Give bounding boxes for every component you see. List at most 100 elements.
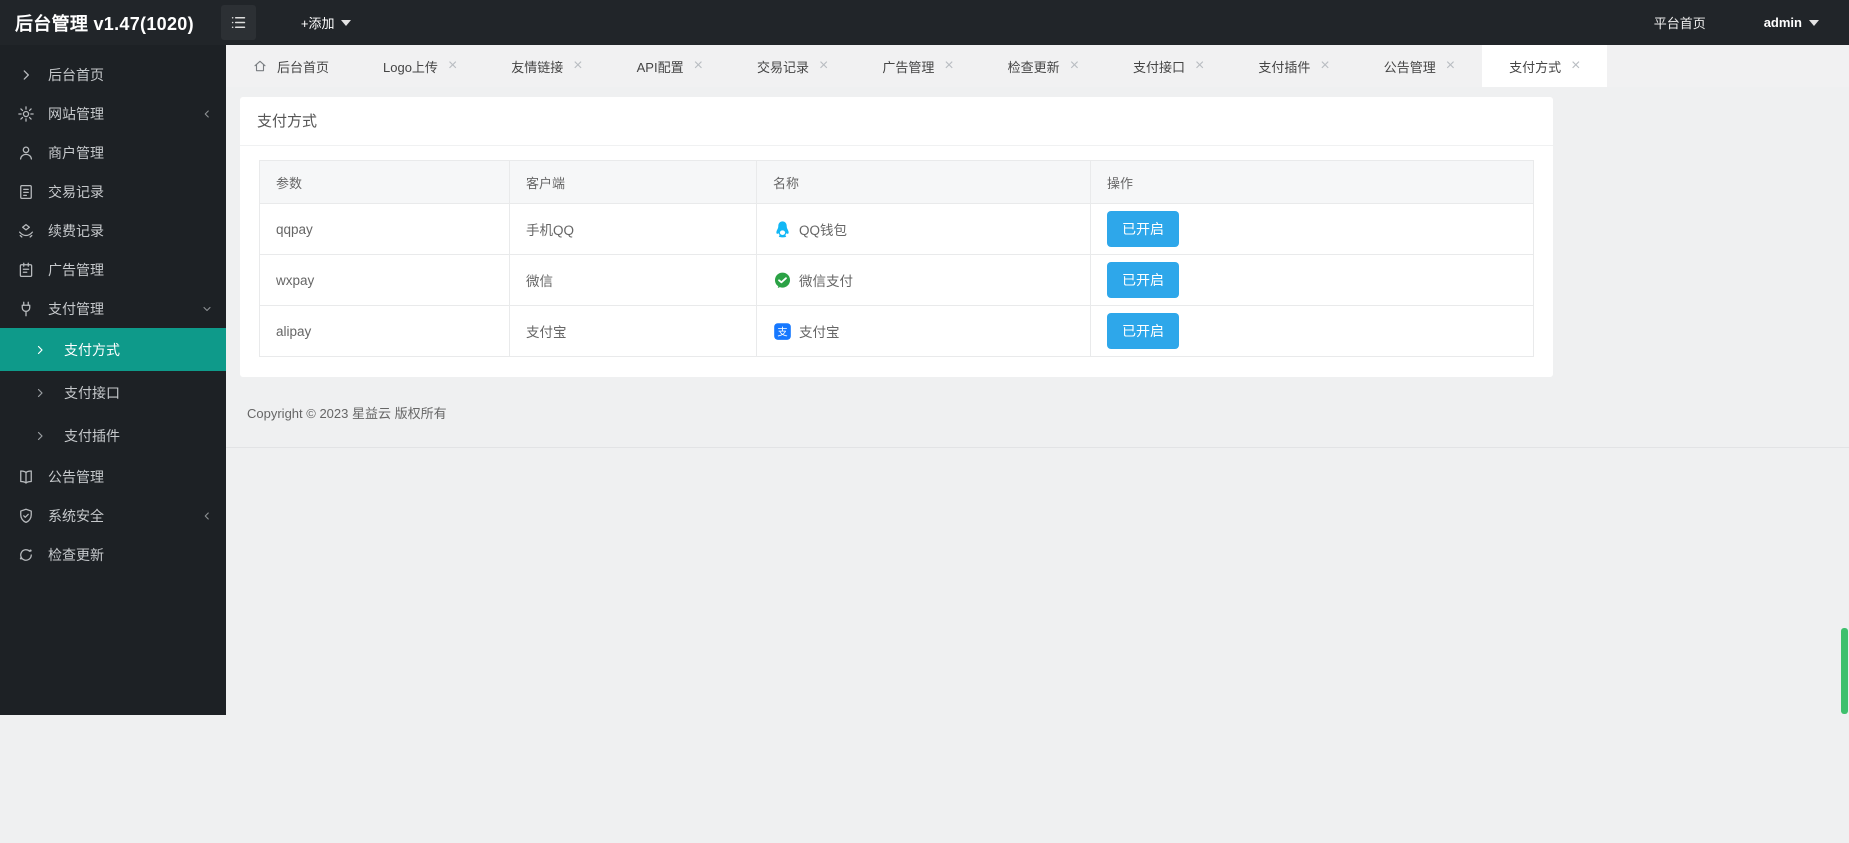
footer: Copyright © 2023 星益云 版权所有 <box>226 377 1849 448</box>
list-icon <box>229 13 248 32</box>
payment-name: 微信支付 <box>799 274 853 289</box>
chevron-right-icon <box>16 68 36 82</box>
close-icon[interactable]: × <box>1571 58 1580 74</box>
table-header-row: 参数 客户端 名称 操作 <box>259 160 1534 204</box>
tab-ads[interactable]: 广告管理 × <box>855 45 980 87</box>
sidebar-subitem-pay-methods[interactable]: 支付方式 <box>0 328 226 371</box>
tab-label: 广告管理 <box>882 59 935 75</box>
update-icon <box>16 546 36 564</box>
column-header-name: 名称 <box>756 160 1091 204</box>
tab-pay-interface[interactable]: 支付接口 × <box>1106 45 1231 87</box>
sidebar-item-website[interactable]: 网站管理 <box>0 94 226 133</box>
column-header-client: 客户端 <box>509 160 757 204</box>
tab-label: 支付方式 <box>1509 59 1562 75</box>
tab-home[interactable]: 后台首页 <box>226 45 356 87</box>
enabled-toggle-button[interactable]: 已开启 <box>1107 313 1179 349</box>
plug-icon <box>16 300 36 318</box>
close-icon[interactable]: × <box>694 58 703 74</box>
close-icon[interactable]: × <box>1070 58 1079 74</box>
action-cell: 已开启 <box>1090 203 1534 255</box>
gear-icon <box>16 105 36 123</box>
sidebar-subitem-pay-interface[interactable]: 支付接口 <box>0 371 226 414</box>
menu-toggle-button[interactable] <box>220 5 256 40</box>
chevron-down-icon <box>1809 19 1819 26</box>
name-cell: 支 支付宝 <box>756 305 1091 357</box>
sidebar-item-label: 交易记录 <box>48 183 104 200</box>
close-icon[interactable]: × <box>1195 58 1204 74</box>
chevron-left-icon <box>201 108 213 120</box>
user-menu[interactable]: admin <box>1764 15 1819 30</box>
document-icon <box>16 183 36 201</box>
tab-pay-plugin[interactable]: 支付插件 × <box>1231 45 1356 87</box>
content-card: 支付方式 参数 客户端 名称 操作 qqpay 手机QQ QQ钱包 已开启 wx… <box>240 97 1553 377</box>
client-cell: 支付宝 <box>509 305 757 357</box>
tab-logo-upload[interactable]: Logo上传 × <box>356 45 484 87</box>
tab-friend-links[interactable]: 友情链接 × <box>484 45 609 87</box>
book-icon <box>16 468 36 486</box>
tab-api-config[interactable]: API配置 × <box>610 45 730 87</box>
close-icon[interactable]: × <box>944 58 953 74</box>
sidebar: 后台首页 网站管理 商户管理 交易记录 续费记录 广告管理 支付管理 支付方式 … <box>0 45 226 715</box>
chevron-right-icon <box>34 344 46 356</box>
sidebar-item-merchant[interactable]: 商户管理 <box>0 133 226 172</box>
close-icon[interactable]: × <box>1446 58 1455 74</box>
tab-transactions[interactable]: 交易记录 × <box>730 45 855 87</box>
column-header-action: 操作 <box>1090 160 1534 204</box>
sidebar-item-label: 后台首页 <box>48 66 104 83</box>
wechat-pay-icon <box>773 271 792 290</box>
sidebar-item-label: 支付管理 <box>48 300 104 317</box>
sidebar-item-label: 续费记录 <box>48 222 104 239</box>
platform-home-link[interactable]: 平台首页 <box>1654 13 1706 32</box>
shield-icon <box>16 507 36 525</box>
chevron-right-icon <box>34 430 46 442</box>
sidebar-item-transactions[interactable]: 交易记录 <box>0 172 226 211</box>
sidebar-item-announcements[interactable]: 公告管理 <box>0 457 226 496</box>
sidebar-item-ads[interactable]: 广告管理 <box>0 250 226 289</box>
tab-label: Logo上传 <box>383 59 438 75</box>
sidebar-item-payment[interactable]: 支付管理 <box>0 289 226 328</box>
action-cell: 已开启 <box>1090 305 1534 357</box>
sidebar-item-label: 公告管理 <box>48 468 104 485</box>
name-cell: QQ钱包 <box>756 203 1091 255</box>
chevron-left-icon <box>201 510 213 522</box>
add-dropdown[interactable]: +添加 <box>301 13 352 32</box>
svg-text:支: 支 <box>777 326 787 338</box>
tab-label: 支付接口 <box>1133 59 1186 75</box>
add-dropdown-label: +添加 <box>300 16 335 31</box>
close-icon[interactable]: × <box>448 58 457 74</box>
sidebar-item-label: 检查更新 <box>48 546 104 563</box>
sidebar-item-security[interactable]: 系统安全 <box>0 496 226 535</box>
sidebar-item-renewals[interactable]: 续费记录 <box>0 211 226 250</box>
renewal-icon <box>16 222 36 240</box>
user-icon <box>16 144 36 162</box>
sidebar-item-home[interactable]: 后台首页 <box>0 55 226 94</box>
close-icon[interactable]: × <box>573 58 582 74</box>
page-title: 支付方式 <box>240 97 1553 146</box>
alipay-icon: 支 <box>773 322 792 341</box>
username: admin <box>1763 15 1802 30</box>
table-row: alipay 支付宝 支 支付宝 已开启 <box>259 305 1534 357</box>
client-cell: 手机QQ <box>509 203 757 255</box>
tab-label: 检查更新 <box>1007 59 1060 75</box>
tab-update-check[interactable]: 检查更新 × <box>981 45 1106 87</box>
tab-label: 后台首页 <box>277 59 330 75</box>
param-cell: qqpay <box>259 203 510 255</box>
app-title: 后台管理 v1.47(1020) <box>15 13 194 34</box>
scrollbar-thumb[interactable] <box>1841 628 1848 714</box>
sidebar-subitem-label: 支付方式 <box>64 341 120 358</box>
tab-pay-methods[interactable]: 支付方式 × <box>1482 45 1608 87</box>
sidebar-item-update[interactable]: 检查更新 <box>0 535 226 574</box>
sidebar-subitem-label: 支付接口 <box>64 384 120 401</box>
payment-name: QQ钱包 <box>799 223 848 238</box>
chevron-down-icon <box>341 19 352 26</box>
sidebar-subitem-pay-plugin[interactable]: 支付插件 <box>0 414 226 457</box>
param-cell: alipay <box>259 305 510 357</box>
tab-announcements[interactable]: 公告管理 × <box>1357 45 1482 87</box>
close-icon[interactable]: × <box>819 58 828 74</box>
enabled-toggle-button[interactable]: 已开启 <box>1107 262 1179 298</box>
close-icon[interactable]: × <box>1320 58 1329 74</box>
client-cell: 微信 <box>509 254 757 306</box>
tab-label: 支付插件 <box>1258 59 1311 75</box>
enabled-toggle-button[interactable]: 已开启 <box>1107 211 1179 247</box>
chevron-down-icon <box>201 303 213 315</box>
